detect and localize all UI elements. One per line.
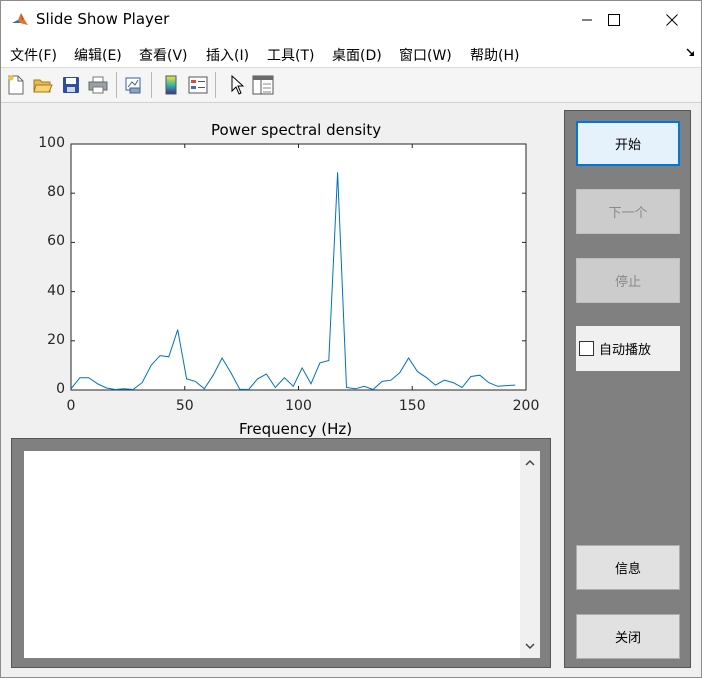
dock-arrow-icon[interactable]: [686, 48, 695, 60]
x-tick-label: 0: [66, 398, 76, 414]
close-window-button[interactable]: [649, 1, 695, 39]
save-icon[interactable]: [60, 74, 82, 96]
close-icon: [666, 14, 678, 26]
y-tick-label: 100: [38, 135, 65, 151]
stop-button[interactable]: 停止: [576, 258, 680, 303]
property-editor-icon[interactable]: [252, 74, 274, 96]
menu-help[interactable]: 帮助(H): [470, 45, 519, 65]
autoplay-label: 自动播放: [599, 343, 652, 358]
checkbox-icon[interactable]: [579, 341, 594, 356]
window-title: Slide Show Player: [36, 10, 170, 28]
vertical-scrollbar[interactable]: [520, 451, 540, 658]
toolbar: [1, 67, 701, 103]
figure-window: Slide Show Player 文件(F) 编辑(E) 查看(V) 插入(I…: [0, 0, 702, 678]
scroll-down-icon: [525, 643, 535, 650]
legend-icon[interactable]: [187, 74, 209, 96]
y-tick-label: 60: [47, 233, 65, 250]
next-button[interactable]: 下一个: [576, 189, 680, 234]
maximize-button[interactable]: [591, 1, 637, 39]
menu-edit[interactable]: 编辑(E): [74, 45, 122, 65]
close-button[interactable]: 关闭: [576, 614, 680, 659]
y-tick-label: 20: [47, 331, 65, 348]
x-tick-label: 150: [398, 398, 426, 414]
info-text-area[interactable]: [24, 451, 520, 658]
menu-insert[interactable]: 插入(I): [206, 45, 249, 65]
x-axis-label: Frequency (Hz): [239, 420, 353, 438]
scroll-up-icon: [525, 459, 535, 466]
menu-view[interactable]: 查看(V): [139, 45, 188, 65]
toolbar-separator: [151, 72, 152, 98]
print-icon[interactable]: [87, 74, 109, 96]
autoplay-checkbox[interactable]: 自动播放: [576, 326, 680, 371]
open-folder-icon[interactable]: [32, 74, 54, 96]
menu-window[interactable]: 窗口(W): [399, 45, 452, 65]
start-button[interactable]: 开始: [576, 121, 680, 166]
pointer-icon[interactable]: [226, 74, 248, 96]
menu-file[interactable]: 文件(F): [10, 45, 57, 65]
matlab-icon: [11, 11, 29, 33]
menu-desktop[interactable]: 桌面(D): [332, 45, 382, 65]
y-tick-label: 80: [47, 184, 65, 201]
info-button[interactable]: 信息: [576, 545, 680, 590]
menu-bar: 文件(F) 编辑(E) 查看(V) 插入(I) 工具(T) 桌面(D) 窗口(W…: [1, 39, 701, 67]
x-tick-label: 50: [175, 398, 194, 414]
text-panel: [11, 438, 551, 668]
title-bar: Slide Show Player: [1, 1, 701, 39]
x-tick-label: 200: [512, 398, 540, 414]
y-tick-label: 0: [56, 381, 65, 397]
x-tick-label: 100: [285, 398, 312, 414]
psd-chart: [70, 143, 527, 391]
y-tick-label: 40: [47, 282, 65, 299]
menu-tools[interactable]: 工具(T): [267, 45, 314, 65]
new-file-icon[interactable]: [5, 74, 27, 96]
maximize-icon: [608, 14, 620, 26]
toolbar-separator: [116, 72, 117, 98]
plot-area: [70, 143, 527, 391]
link-plot-icon[interactable]: [123, 74, 145, 96]
toolbar-separator: [215, 72, 216, 98]
colorbar-icon[interactable]: [160, 74, 182, 96]
control-panel: 开始 下一个 停止 自动播放 信息 关闭: [564, 110, 691, 668]
